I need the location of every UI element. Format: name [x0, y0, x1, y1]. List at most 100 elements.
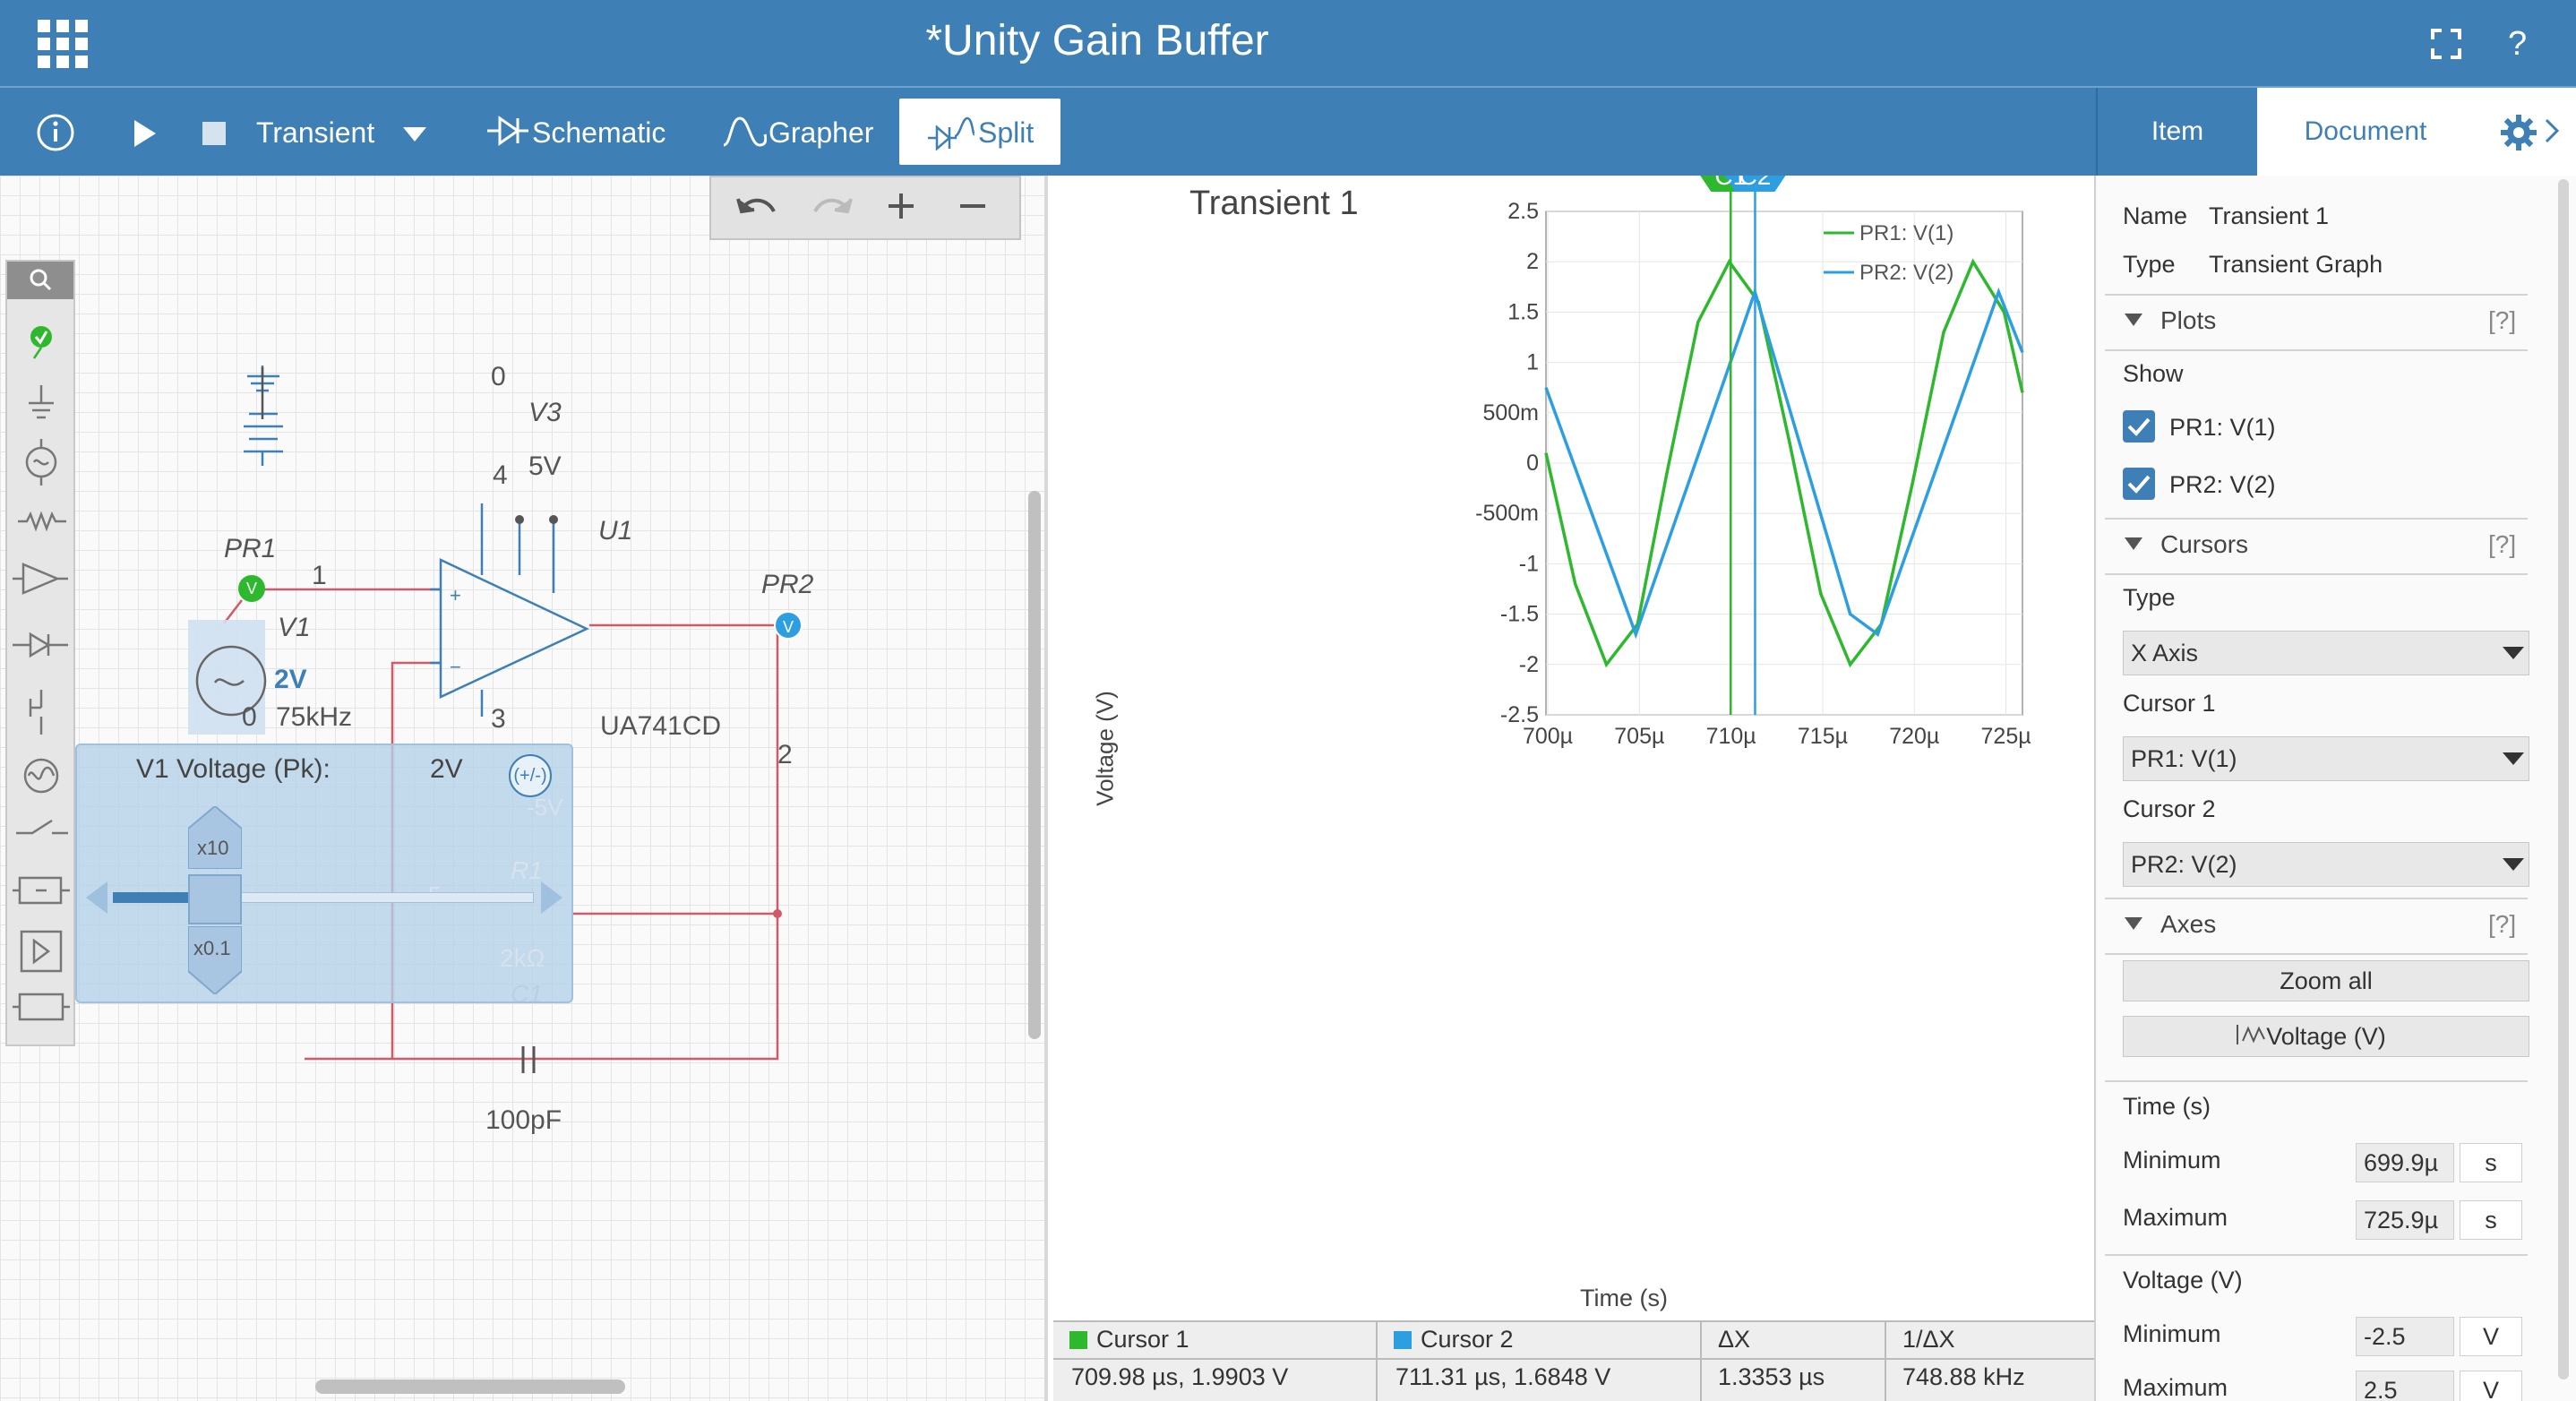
probe-pr2-icon[interactable]: V	[774, 611, 803, 640]
chevron-down-icon[interactable]	[2503, 858, 2524, 875]
y-tick-label: -1	[1519, 551, 1539, 576]
label-v1-freq: 75kHz	[276, 702, 353, 732]
y-axis-label: Voltage (V)	[1091, 691, 1119, 806]
cursor-type-label: Type	[2123, 584, 2176, 611]
slider-right-arrow[interactable]	[541, 881, 562, 918]
voltage-slider-thumb[interactable]	[188, 874, 242, 924]
plots-help[interactable]: [?]	[2488, 306, 2516, 335]
info-icon[interactable]	[36, 113, 75, 152]
zoom-in-icon[interactable]	[887, 192, 915, 225]
label-node-1: 1	[312, 561, 327, 590]
table-col-sep-1	[1376, 1320, 1378, 1401]
search-icon[interactable]	[7, 262, 73, 299]
panel-scrollbar[interactable]	[2558, 179, 2569, 1380]
cursor-header-inv-dx: 1/ΔX	[1902, 1326, 1955, 1353]
zoom-all-button[interactable]: Zoom all	[2123, 960, 2529, 1001]
horizontal-scrollbar[interactable]	[315, 1380, 625, 1394]
tab-grapher[interactable]: Grapher	[769, 116, 873, 150]
triangle-down-icon	[2125, 314, 2142, 331]
time-max-unit[interactable]: s	[2460, 1200, 2522, 1240]
x-tick-label: 700µ	[1523, 724, 1573, 749]
help-button[interactable]: ?	[2508, 25, 2527, 64]
redo-icon[interactable]	[810, 190, 853, 227]
y-tick-label: -2	[1519, 652, 1539, 677]
probe-pr1-icon[interactable]: V	[238, 575, 265, 602]
cursor-value-dx: 1.3353 µs	[1718, 1363, 1825, 1390]
chevron-right-icon[interactable]	[2544, 118, 2560, 148]
label-node-4: 4	[493, 460, 508, 490]
undo-icon[interactable]	[736, 190, 779, 227]
volt-min-input[interactable]: -2.5	[2356, 1317, 2454, 1356]
name-value[interactable]: Transient 1	[2209, 202, 2329, 230]
plot2-checkbox[interactable]	[2123, 468, 2155, 500]
time-max-input[interactable]: 725.9µ	[2356, 1200, 2454, 1240]
voltage-axis-label: Voltage (V)	[2123, 1267, 2243, 1294]
tab-split-label[interactable]: Split	[978, 116, 1034, 150]
triangle-down-icon	[2125, 537, 2142, 554]
zoom-out-icon[interactable]	[958, 192, 987, 225]
popup-label: V1 Voltage (Pk):	[136, 754, 331, 784]
tab-item[interactable]: Item	[2096, 88, 2257, 176]
legend-label-2: PR2: V(2)	[1859, 261, 1953, 285]
cursor2-label: Cursor 2	[2123, 795, 2216, 822]
show-label: Show	[2123, 360, 2184, 387]
label-v3-value: 5V	[528, 451, 562, 481]
plot1-checkbox[interactable]	[2123, 410, 2155, 443]
cursor2-select[interactable]: PR2: V(2)	[2123, 842, 2529, 887]
fullscreen-icon[interactable]	[2431, 29, 2461, 59]
label-node-0b: 0	[491, 362, 506, 391]
stop-icon[interactable]	[202, 122, 226, 145]
play-icon[interactable]	[133, 120, 158, 151]
table-col-sep-2	[1700, 1320, 1702, 1401]
time-min-input[interactable]: 699.9µ	[2356, 1143, 2454, 1182]
time-min-unit[interactable]: s	[2460, 1143, 2522, 1182]
cursor-header-dx: ΔX	[1718, 1326, 1751, 1353]
tab-schematic[interactable]: Schematic	[532, 116, 665, 150]
table-col-sep-3	[1885, 1320, 1886, 1401]
plot2-label: PR2: V(2)	[2169, 471, 2276, 498]
voltage-axis-button[interactable]: Voltage (V)	[2123, 1016, 2529, 1057]
cursor1-select[interactable]: PR1: V(1)	[2123, 736, 2529, 781]
split-icon	[928, 115, 976, 155]
tab-document[interactable]: Document	[2257, 88, 2474, 176]
transient-chart[interactable]: 2.521.51500m0-500m-1-1.5-2-2.5700µ 705µ 71…	[1048, 176, 2094, 1322]
x-tick-label: 710µ	[1706, 724, 1756, 749]
popup-overlay-label-r1-value: 2kΩ	[500, 944, 545, 972]
label-v3: V3	[528, 398, 562, 427]
section-divider	[2105, 1254, 2528, 1256]
cursor1-swatch	[1069, 1331, 1087, 1349]
x-tick-label: 720µ	[1889, 724, 1939, 749]
cursor-value-inv-dx: 748.88 kHz	[1902, 1363, 2025, 1390]
y-tick-label: 2.5	[1507, 199, 1539, 224]
chevron-down-icon[interactable]	[2503, 647, 2524, 664]
vertical-scrollbar[interactable]	[1028, 491, 1041, 1039]
cursor-type-select[interactable]: X Axis	[2123, 631, 2529, 675]
grapher-icon	[722, 116, 768, 151]
slider-left-arrow[interactable]	[86, 881, 107, 918]
volt-max-input[interactable]: 2.5	[2356, 1371, 2454, 1401]
axes-help[interactable]: [?]	[2488, 910, 2516, 939]
label-node-2: 2	[777, 740, 793, 769]
cursors-help[interactable]: [?]	[2488, 530, 2516, 559]
volt-max-unit[interactable]: V	[2460, 1371, 2522, 1401]
name-label: Name	[2123, 202, 2188, 229]
x-tick-label: 725µ	[1981, 724, 2031, 749]
chevron-down-icon[interactable]	[2503, 752, 2524, 769]
cursor-header-1: Cursor 1	[1096, 1326, 1189, 1353]
y-tick-label: 500m	[1482, 400, 1539, 425]
chevron-down-icon[interactable]	[403, 127, 426, 146]
gear-icon[interactable]	[2501, 115, 2537, 155]
sign-toggle-button[interactable]: (+/-)	[509, 754, 552, 797]
schematic-icon	[487, 115, 528, 151]
volt-min-unit[interactable]: V	[2460, 1317, 2522, 1356]
palette-icons[interactable]	[11, 314, 73, 1035]
label-c1-value: 100pF	[485, 1105, 562, 1135]
analysis-mode-label[interactable]: Transient	[256, 116, 374, 150]
cursor-value-1: 709.98 µs, 1.9903 V	[1071, 1363, 1289, 1390]
time-axis-label: Time (s)	[2123, 1093, 2211, 1120]
volt-max-label: Maximum	[2123, 1374, 2228, 1401]
type-value: Transient Graph	[2209, 251, 2383, 278]
cursor2-swatch	[1394, 1331, 1412, 1349]
label-node-3: 3	[491, 704, 506, 734]
type-label: Type	[2123, 251, 2176, 278]
